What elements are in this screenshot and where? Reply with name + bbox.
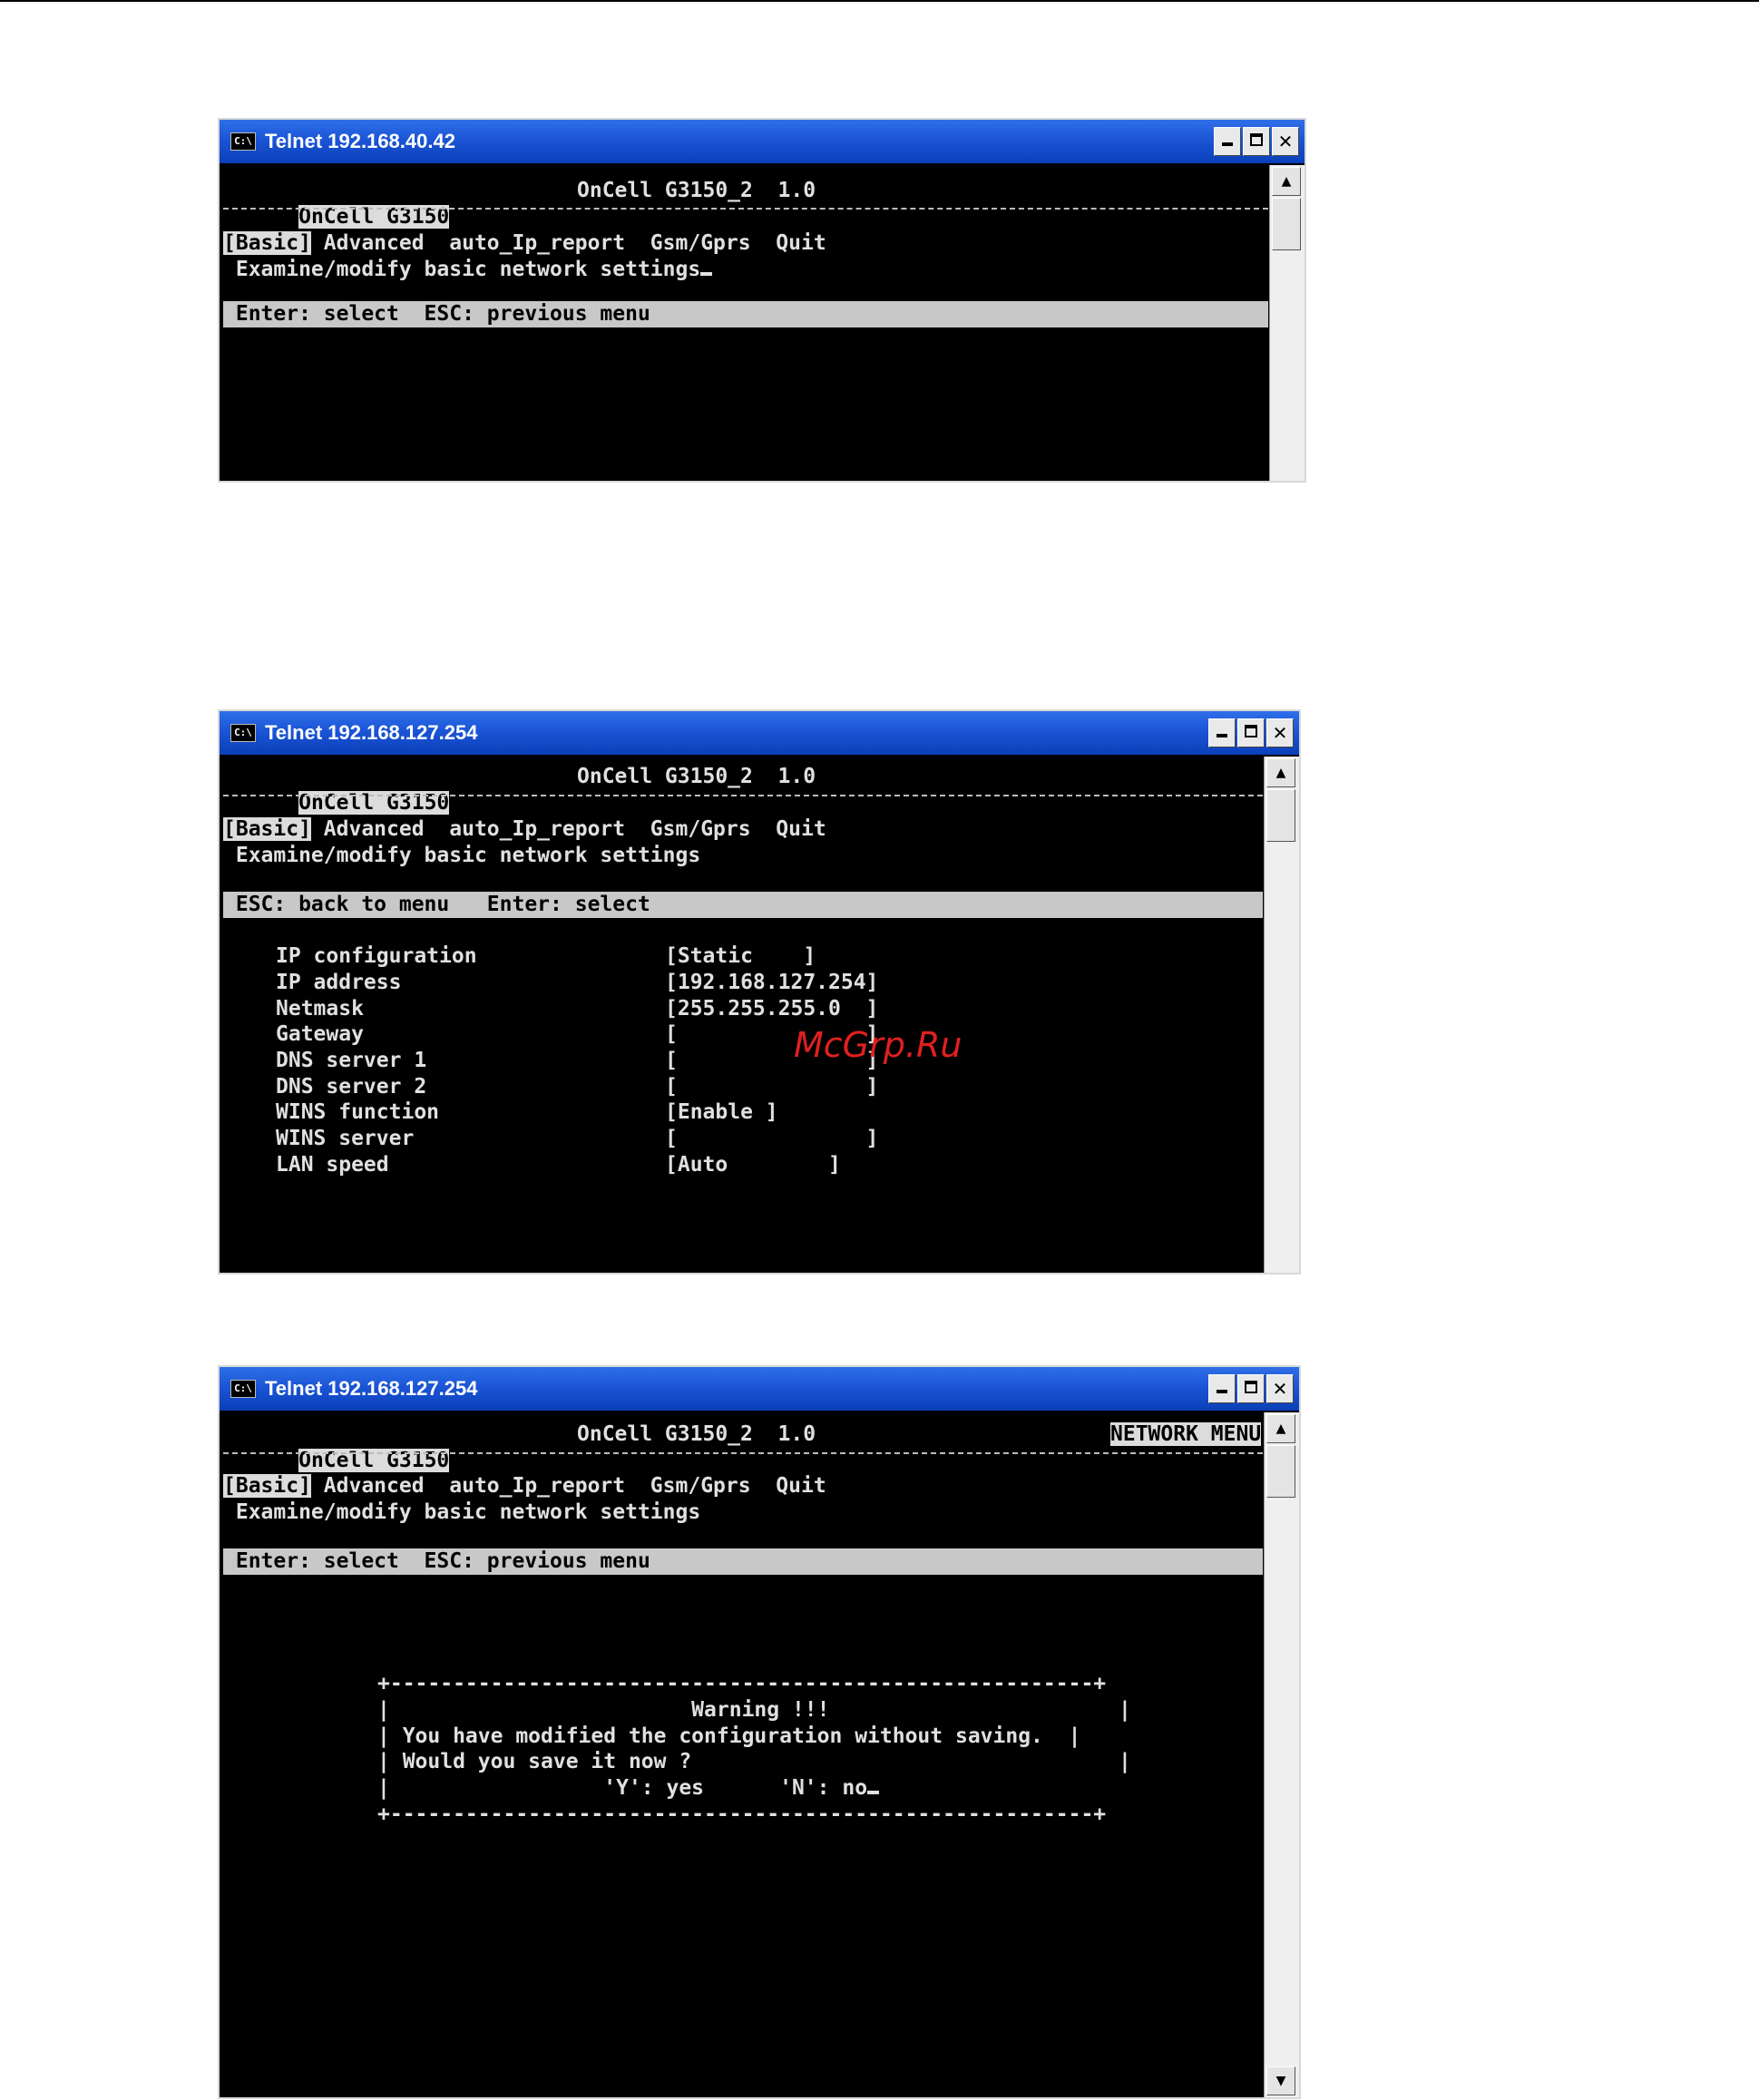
close-icon: ✕ (1272, 1378, 1288, 1400)
scroll-up-arrow-icon[interactable]: ▲ (1266, 1414, 1295, 1443)
close-icon: ✕ (1272, 722, 1288, 744)
status-bar: ESC: back to menu Enter: select (223, 892, 1263, 918)
telnet-window-3: C:\ Telnet 192.168.127.254 ✕ OnCell G315… (218, 1365, 1301, 2099)
title-bar[interactable]: C:\ Telnet 192.168.40.42 ✕ (220, 120, 1305, 163)
scroll-up-arrow-icon[interactable]: ▲ (1266, 758, 1295, 787)
minimize-icon (1217, 734, 1227, 737)
setting-label: WINS server (276, 1127, 415, 1150)
telnet-window-2: C:\ Telnet 192.168.127.254 ✕ OnCell G315… (218, 709, 1301, 1275)
setting-label: WINS function (276, 1100, 440, 1124)
maximize-icon (1245, 1381, 1257, 1393)
maximize-button[interactable] (1237, 718, 1265, 747)
text-cursor (867, 1791, 880, 1794)
watermark-text: McGrp.Ru (794, 1025, 963, 1065)
minimize-button[interactable] (1208, 1374, 1236, 1403)
window-title: Telnet 192.168.40.42 (265, 130, 455, 152)
minimize-icon (1222, 142, 1233, 146)
dialog-border-top: +---------------------------------------… (377, 1672, 1107, 1695)
setting-label: DNS server 2 (276, 1075, 427, 1099)
separator-line (223, 795, 1263, 796)
text-cursor (700, 272, 713, 276)
console-icon: C:\ (230, 1380, 256, 1398)
title-bar[interactable]: C:\ Telnet 192.168.127.254 ✕ (220, 711, 1299, 755)
dialog-border-bottom: +---------------------------------------… (377, 1802, 1107, 1826)
minimize-button[interactable] (1214, 127, 1241, 156)
setting-value[interactable]: [Enable ] (665, 1099, 778, 1126)
window-title: Telnet 192.168.127.254 (265, 721, 478, 744)
status-bar: Enter: select ESC: previous menu (223, 1548, 1263, 1575)
menu-basic[interactable]: [Basic] (223, 817, 311, 841)
setting-label: Gateway (276, 1022, 364, 1046)
vertical-scrollbar[interactable]: ▲ (1264, 757, 1299, 1273)
setting-value[interactable]: [Auto ] (665, 1152, 841, 1178)
menu-other-items[interactable]: Advanced auto_Ip_report Gsm/Gprs Quit (311, 1474, 826, 1498)
scroll-thumb[interactable] (1272, 198, 1301, 250)
setting-value[interactable]: [Static ] (665, 943, 816, 970)
scroll-thumb[interactable] (1266, 789, 1295, 842)
main-menu-bar: [Basic] Advanced auto_Ip_report Gsm/Gprs… (223, 816, 826, 843)
dialog-prompt[interactable]: | 'Y': yes 'N': no (377, 1776, 867, 1800)
setting-value[interactable]: [255.255.255.0 ] (665, 996, 878, 1022)
menu-basic[interactable]: [Basic] (223, 1474, 311, 1498)
setting-label: IP configuration (276, 944, 477, 968)
menu-description: Examine/modify basic network settings (223, 844, 701, 867)
minimize-button[interactable] (1208, 718, 1236, 747)
minimize-icon (1217, 1390, 1227, 1393)
title-bar[interactable]: C:\ Telnet 192.168.127.254 ✕ (220, 1367, 1299, 1411)
console-icon: C:\ (230, 724, 256, 742)
setting-value[interactable]: [ ] (665, 1126, 878, 1152)
maximize-button[interactable] (1243, 127, 1270, 156)
network-menu-label: NETWORK MENU (1110, 1422, 1262, 1446)
close-icon: ✕ (1277, 131, 1294, 152)
menu-basic[interactable]: [Basic] (223, 231, 311, 255)
menu-other-items[interactable]: Advanced auto_Ip_report Gsm/Gprs Quit (311, 231, 826, 255)
window-title: Telnet 192.168.127.254 (265, 1377, 478, 1400)
dialog-message-2: | Would you save it now ? | (377, 1750, 1131, 1773)
close-button[interactable]: ✕ (1266, 1374, 1294, 1403)
terminal-screen[interactable]: OnCell G3150 OnCell G3150_2 1.0 [Basic] … (223, 165, 1268, 481)
setting-label: Netmask (276, 997, 364, 1021)
close-button[interactable]: ✕ (1272, 127, 1299, 156)
telnet-window-1: C:\ Telnet 192.168.40.42 ✕ OnCell G3150 … (218, 118, 1306, 483)
status-bar: Enter: select ESC: previous menu (223, 301, 1268, 327)
vertical-scrollbar[interactable]: ▲ (1269, 165, 1305, 481)
separator-line (223, 208, 1268, 210)
console-icon: C:\ (230, 132, 256, 151)
setting-label: IP address (276, 971, 402, 994)
main-menu-bar: [Basic] Advanced auto_Ip_report Gsm/Gprs… (223, 230, 826, 257)
firmware-header: OnCell G3150_2 1.0 (577, 1422, 816, 1446)
firmware-header: OnCell G3150_2 1.0 (577, 765, 816, 788)
firmware-header: OnCell G3150_2 1.0 (577, 179, 816, 202)
setting-value[interactable]: [ ] (665, 1074, 878, 1100)
close-button[interactable]: ✕ (1266, 718, 1294, 747)
scroll-up-arrow-icon[interactable]: ▲ (1272, 167, 1301, 196)
menu-other-items[interactable]: Advanced auto_Ip_report Gsm/Gprs Quit (311, 817, 826, 841)
dialog-message-1: | You have modified the configuration wi… (377, 1724, 1081, 1748)
dialog-title: | Warning !!! | (377, 1698, 1131, 1722)
setting-label: DNS server 1 (276, 1049, 427, 1072)
vertical-scrollbar[interactable]: ▲ ▼ (1264, 1412, 1299, 2097)
setting-label: LAN speed (276, 1153, 389, 1177)
scroll-down-arrow-icon[interactable]: ▼ (1266, 2066, 1295, 2095)
main-menu-bar: [Basic] Advanced auto_Ip_report Gsm/Gprs… (223, 1473, 826, 1499)
maximize-button[interactable] (1237, 1374, 1265, 1403)
terminal-screen[interactable]: OnCell G3150 OnCell G3150_2 1.0 [Basic] … (223, 757, 1263, 1273)
maximize-icon (1250, 133, 1263, 146)
terminal-screen[interactable]: OnCell G3150 OnCell G3150_2 1.0 NETWORK … (223, 1412, 1263, 2097)
menu-description: Examine/modify basic network settings (223, 258, 701, 281)
menu-description: Examine/modify basic network settings (223, 1500, 701, 1524)
separator-line (223, 1452, 1263, 1454)
page-top-rule (0, 0, 1759, 2)
maximize-icon (1245, 725, 1257, 737)
setting-value[interactable]: [192.168.127.254] (665, 970, 878, 996)
scroll-thumb[interactable] (1266, 1445, 1295, 1498)
